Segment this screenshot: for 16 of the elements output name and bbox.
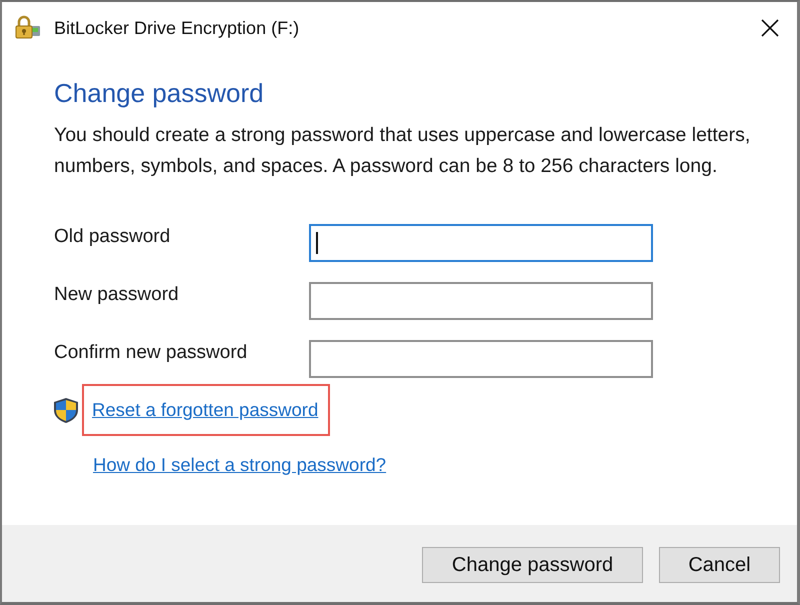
instructions-text: You should create a strong password that uses uppercase and lowercase letters, numbers, symbols, and spaces. A password can be 8 to 256 characters long.	[54, 123, 752, 179]
cancel-button[interactable]: Cancel	[659, 547, 780, 583]
close-icon	[761, 19, 779, 37]
window-title: BitLocker Drive Encryption (F:)	[54, 18, 300, 38]
padlock-key-icon	[15, 15, 41, 41]
text-cursor-icon	[316, 232, 318, 254]
password-field[interactable]	[309, 224, 653, 262]
password-field[interactable]	[309, 282, 653, 320]
help-link[interactable]: How do I select a strong password?	[93, 453, 386, 477]
field-label: New password	[54, 283, 179, 307]
dialog-heading: Change password	[54, 77, 264, 109]
field-label: Old password	[54, 225, 170, 249]
help-link[interactable]: Reset a forgotten password	[92, 398, 318, 422]
password-field[interactable]	[309, 340, 653, 378]
field-label: Confirm new password	[54, 341, 248, 365]
change-password-button[interactable]: Change password	[422, 547, 643, 583]
